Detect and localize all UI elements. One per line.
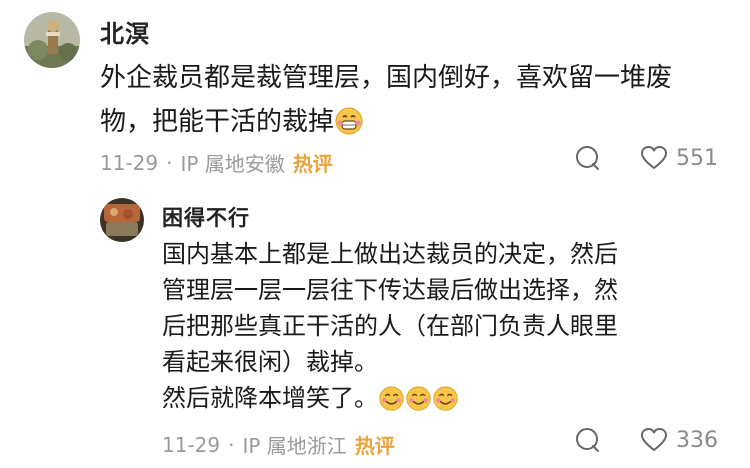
comment-bubble-icon — [574, 144, 602, 172]
hot-comment-badge: 热评 — [292, 152, 333, 176]
grinning-sweat-emoji — [334, 106, 364, 150]
reply-button[interactable] — [574, 426, 602, 454]
comment-actions: 336 — [574, 426, 718, 454]
meta-separator: · — [166, 150, 173, 175]
ip-location: IP 属地安徽 — [180, 152, 285, 176]
meta-separator: · — [228, 432, 235, 457]
comment-line: 看起来很闲）裁掉。 — [162, 348, 378, 376]
comment-line-last: 然后就降本增笑了。 — [162, 380, 722, 422]
comment-meta: 11-29 · IP 属地安徽 热评 — [100, 148, 333, 177]
smiling-emoji — [432, 385, 459, 422]
ip-location: IP 属地浙江 — [242, 434, 347, 458]
like-button[interactable]: 336 — [640, 427, 718, 453]
comment-text: 国内基本上都是上做出达裁员的决定，然后 管理层一层一层往下传达最后做出选择，然 … — [162, 236, 722, 422]
heart-icon — [640, 145, 668, 171]
reply-item: 困得不行 国内基本上都是上做出达裁员的决定，然后 管理层一层一层往下传达最后做出… — [0, 190, 750, 468]
smiling-emoji — [378, 385, 405, 422]
comment-line: 然后就降本增笑了。 — [162, 384, 378, 412]
comment-line: 后把那些真正干活的人（在部门负责人眼里 — [162, 312, 618, 340]
comment-item: 北溟 外企裁员都是裁管理层，国内倒好，喜欢留一堆废物，把能干活的裁掉 11-29… — [0, 0, 750, 190]
avatar[interactable] — [24, 12, 80, 68]
comment-body: 外企裁员都是裁管理层，国内倒好，喜欢留一堆废物，把能干活的裁掉 — [100, 63, 673, 137]
comment-line: 管理层一层一层往下传达最后做出选择，然 — [162, 276, 618, 304]
username[interactable]: 困得不行 — [162, 202, 250, 232]
reply-button[interactable] — [574, 144, 602, 172]
comment-actions: 551 — [574, 144, 718, 172]
smiling-emoji — [405, 385, 432, 422]
like-button[interactable]: 551 — [640, 145, 718, 171]
comment-date: 11-29 — [100, 150, 159, 175]
like-count: 336 — [676, 427, 718, 453]
avatar[interactable] — [100, 198, 144, 242]
hot-comment-badge: 热评 — [354, 434, 395, 458]
comment-text: 外企裁员都是裁管理层，国内倒好，喜欢留一堆废物，把能干活的裁掉 — [100, 56, 700, 150]
comment-line: 国内基本上都是上做出达裁员的决定，然后 — [162, 240, 618, 268]
comment-bubble-icon — [574, 426, 602, 454]
like-count: 551 — [676, 145, 718, 171]
comment-date: 11-29 — [162, 432, 221, 457]
heart-icon — [640, 427, 668, 453]
username[interactable]: 北溟 — [100, 14, 150, 49]
comment-meta: 11-29 · IP 属地浙江 热评 — [162, 430, 395, 459]
